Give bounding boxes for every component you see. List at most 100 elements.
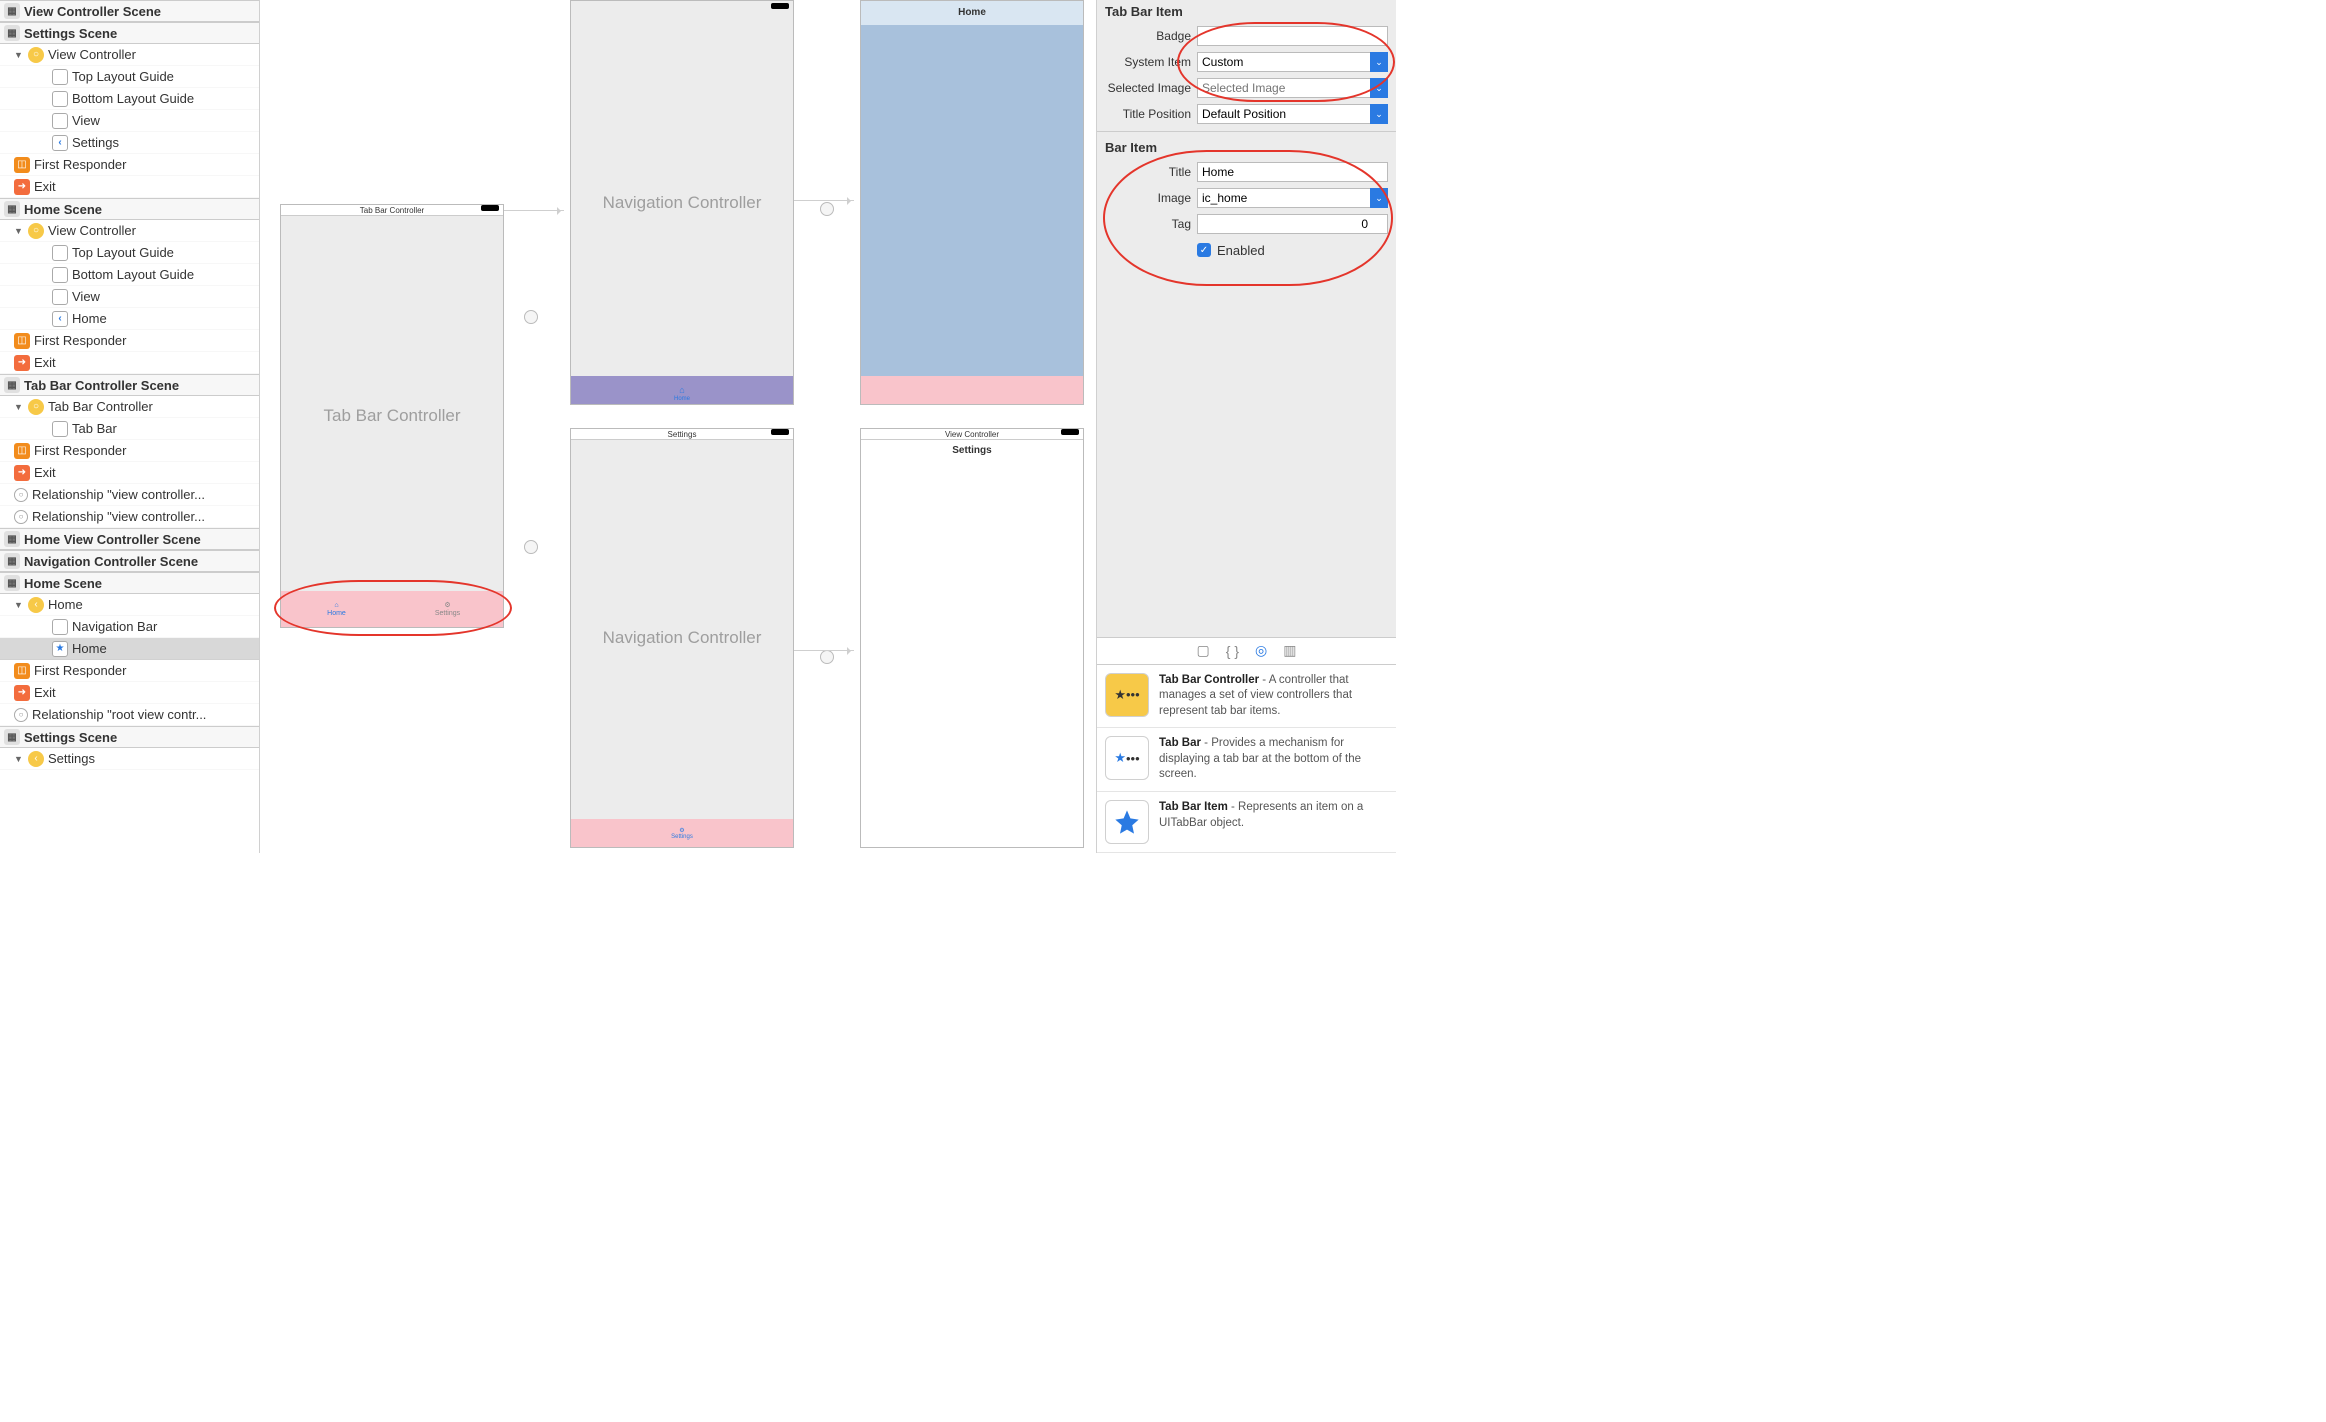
outline-first-responder4[interactable]: ◫ First Responder bbox=[0, 660, 259, 682]
row-image: Image ⌄ bbox=[1097, 185, 1396, 211]
disclosure-icon[interactable]: ▼ bbox=[14, 50, 24, 60]
scene-header-vc[interactable]: ▦ View Controller Scene bbox=[0, 0, 259, 22]
scene-header-nav[interactable]: ▦ Navigation Controller Scene bbox=[0, 550, 259, 572]
item-label: First Responder bbox=[34, 333, 126, 348]
library-toolbar: ▢ { } ◎ ▥ bbox=[1097, 637, 1396, 665]
storyboard-canvas[interactable]: Tab Bar Controller Tab Bar Controller ⌂ … bbox=[260, 0, 1096, 853]
item-label: Exit bbox=[34, 685, 56, 700]
outline-view-controller[interactable]: ▼ ○ View Controller bbox=[0, 44, 259, 66]
input-badge[interactable] bbox=[1197, 26, 1388, 46]
guide-label: Top Layout Guide bbox=[72, 245, 174, 260]
outline-navbar[interactable]: Navigation Bar bbox=[0, 616, 259, 638]
library-tab-code-icon[interactable]: { } bbox=[1226, 643, 1239, 659]
dropdown-arrow-icon[interactable]: ⌄ bbox=[1370, 104, 1388, 124]
guide-icon bbox=[52, 69, 68, 85]
outline-exit3[interactable]: ➜ Exit bbox=[0, 462, 259, 484]
object-library[interactable]: ★••• Tab Bar Controller - A controller t… bbox=[1097, 665, 1396, 853]
dropdown-arrow-icon[interactable]: ⌄ bbox=[1370, 52, 1388, 72]
device-nav-controller-bottom[interactable]: Settings Navigation Controller ⚙ Setting… bbox=[570, 428, 794, 848]
select-title-position[interactable] bbox=[1197, 104, 1370, 124]
outline-settings-vc[interactable]: ▼ ‹ Settings bbox=[0, 748, 259, 770]
segue-node[interactable] bbox=[524, 310, 538, 324]
tab-settings[interactable]: ⚙ Settings bbox=[392, 591, 503, 627]
outline-view-controller2[interactable]: ▼ ○ View Controller bbox=[0, 220, 259, 242]
scene-icon: ▦ bbox=[4, 201, 20, 217]
library-tab-object-icon[interactable]: ◎ bbox=[1255, 642, 1267, 659]
device-view-controller[interactable]: View Controller Settings bbox=[860, 428, 1084, 848]
outline-home-item[interactable]: ‹ Home bbox=[0, 308, 259, 330]
item-label: Relationship "view controller... bbox=[32, 509, 205, 524]
row-system-item: System Item ⌄ bbox=[1097, 49, 1396, 75]
outline-home-selected[interactable]: ★ Home bbox=[0, 638, 259, 660]
scene-header-home2[interactable]: ▦ Home Scene bbox=[0, 572, 259, 594]
checkbox-enabled[interactable]: ✓ bbox=[1197, 243, 1211, 257]
item-label: Home bbox=[72, 311, 107, 326]
input-title[interactable] bbox=[1197, 162, 1388, 182]
outline-exit4[interactable]: ➜ Exit bbox=[0, 682, 259, 704]
document-outline[interactable]: ▦ View Controller Scene ▦ Settings Scene… bbox=[0, 0, 260, 853]
outline-relationship2[interactable]: ○ Relationship "view controller... bbox=[0, 506, 259, 528]
outline-settings-item[interactable]: ‹ Settings bbox=[0, 132, 259, 154]
scene-header-settings2[interactable]: ▦ Settings Scene bbox=[0, 726, 259, 748]
gear-icon: ⚙ bbox=[444, 601, 450, 609]
outline-home-vc[interactable]: ▼ ‹ Home bbox=[0, 594, 259, 616]
outline-top-layout[interactable]: Top Layout Guide bbox=[0, 66, 259, 88]
outline-first-responder2[interactable]: ◫ First Responder bbox=[0, 330, 259, 352]
outline-relationship-root[interactable]: ○ Relationship "root view contr... bbox=[0, 704, 259, 726]
disclosure-icon[interactable]: ▼ bbox=[14, 402, 24, 412]
disclosure-icon[interactable]: ▼ bbox=[14, 600, 24, 610]
segue-node[interactable] bbox=[524, 540, 538, 554]
exit-icon: ➜ bbox=[14, 355, 30, 371]
outline-relationship1[interactable]: ○ Relationship "view controller... bbox=[0, 484, 259, 506]
outline-view2[interactable]: View bbox=[0, 286, 259, 308]
scene-label: Tab Bar Controller Scene bbox=[24, 378, 179, 393]
vc-label: View Controller bbox=[48, 223, 136, 238]
scene-icon: ▦ bbox=[4, 3, 20, 19]
scene-header-home-vc[interactable]: ▦ Home View Controller Scene bbox=[0, 528, 259, 550]
dropdown-arrow-icon[interactable]: ⌄ bbox=[1370, 188, 1388, 208]
guide-label: Bottom Layout Guide bbox=[72, 91, 194, 106]
outline-first-responder3[interactable]: ◫ First Responder bbox=[0, 440, 259, 462]
select-system-item[interactable] bbox=[1197, 52, 1370, 72]
device-home-vc[interactable]: Home bbox=[860, 0, 1084, 405]
outline-top-layout2[interactable]: Top Layout Guide bbox=[0, 242, 259, 264]
device-tabbar: ⌂ Home ⚙ Settings bbox=[281, 591, 503, 627]
tab-home[interactable]: ⌂ Home bbox=[281, 591, 392, 627]
outline-exit[interactable]: ➜ Exit bbox=[0, 176, 259, 198]
device-nav-controller-top[interactable]: Navigation Controller ⌂ Home bbox=[570, 0, 794, 405]
back-icon: ‹ bbox=[52, 311, 68, 327]
library-tab-media-icon[interactable]: ▥ bbox=[1283, 642, 1296, 659]
home-icon: ⌂ bbox=[334, 602, 338, 609]
input-tag[interactable] bbox=[1197, 214, 1388, 234]
library-tab-file-icon[interactable]: ▢ bbox=[1197, 642, 1210, 659]
outline-bottom-layout2[interactable]: Bottom Layout Guide bbox=[0, 264, 259, 286]
tabbar-icon bbox=[52, 421, 68, 437]
device-tabbar-controller[interactable]: Tab Bar Controller Tab Bar Controller ⌂ … bbox=[280, 204, 504, 628]
outline-tabbar[interactable]: Tab Bar bbox=[0, 418, 259, 440]
outline-tabbar-controller[interactable]: ▼ ○ Tab Bar Controller bbox=[0, 396, 259, 418]
input-selected-image[interactable] bbox=[1197, 78, 1370, 98]
item-label: First Responder bbox=[34, 443, 126, 458]
outline-exit2[interactable]: ➜ Exit bbox=[0, 352, 259, 374]
scene-header-tabbar[interactable]: ▦ Tab Bar Controller Scene bbox=[0, 374, 259, 396]
segue-node[interactable] bbox=[820, 650, 834, 664]
dropdown-arrow-icon[interactable]: ⌄ bbox=[1370, 78, 1388, 98]
vc-icon: ○ bbox=[28, 399, 44, 415]
scene-label: View Controller Scene bbox=[24, 4, 161, 19]
library-item-tabbar-controller[interactable]: ★••• Tab Bar Controller - A controller t… bbox=[1097, 665, 1396, 729]
scene-header-home[interactable]: ▦ Home Scene bbox=[0, 198, 259, 220]
scene-label: Home Scene bbox=[24, 576, 102, 591]
segue-node[interactable] bbox=[820, 202, 834, 216]
status-bar-icon bbox=[771, 429, 789, 435]
disclosure-icon[interactable]: ▼ bbox=[14, 754, 24, 764]
scene-header-settings[interactable]: ▦ Settings Scene bbox=[0, 22, 259, 44]
first-responder-icon: ◫ bbox=[14, 333, 30, 349]
input-image[interactable] bbox=[1197, 188, 1370, 208]
disclosure-icon[interactable]: ▼ bbox=[14, 226, 24, 236]
guide-icon bbox=[52, 245, 68, 261]
library-item-tabbar-item[interactable]: Tab Bar Item - Represents an item on a U… bbox=[1097, 792, 1396, 853]
outline-bottom-layout[interactable]: Bottom Layout Guide bbox=[0, 88, 259, 110]
library-item-tabbar[interactable]: ★ ••• Tab Bar - Provides a mechanism for… bbox=[1097, 728, 1396, 792]
outline-view[interactable]: View bbox=[0, 110, 259, 132]
outline-first-responder[interactable]: ◫ First Responder bbox=[0, 154, 259, 176]
